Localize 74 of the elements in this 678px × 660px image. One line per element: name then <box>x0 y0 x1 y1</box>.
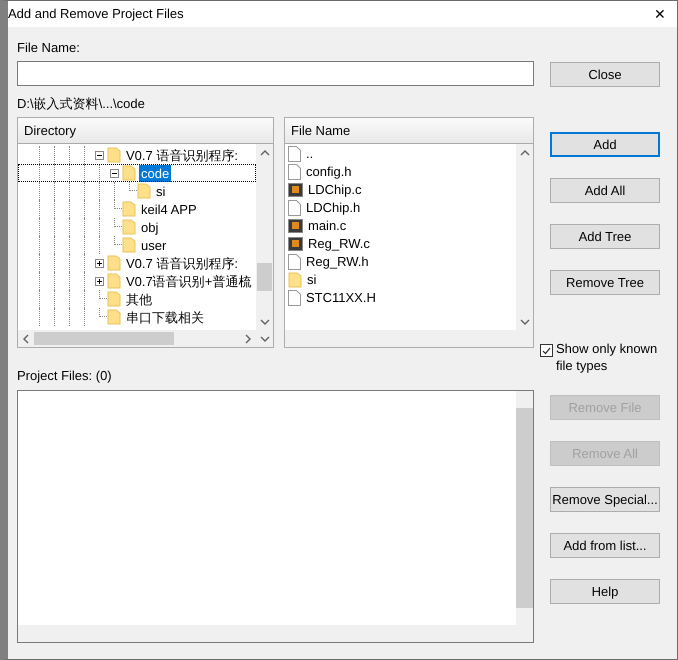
checkmark-icon <box>542 346 551 354</box>
file-name-field[interactable] <box>17 61 534 86</box>
folder-item[interactable]: obj <box>139 218 160 236</box>
scroll-up-icon[interactable] <box>260 148 270 156</box>
folder-item[interactable]: 其他 <box>124 290 154 308</box>
scroll-left-icon[interactable] <box>22 334 30 344</box>
file-item[interactable]: LDChip.c <box>308 180 362 200</box>
vertical-scrollbar[interactable] <box>516 391 533 625</box>
dialog-button[interactable]: Close <box>550 62 660 87</box>
file-item[interactable]: config.h <box>306 162 352 182</box>
vertical-scrollbar[interactable] <box>516 144 533 330</box>
folder-icon <box>122 201 136 217</box>
horizontal-scrollbar[interactable] <box>285 330 533 347</box>
checkbox[interactable] <box>540 344 553 357</box>
folder-icon <box>288 272 302 288</box>
window-title: Add and Remove Project Files <box>8 5 184 24</box>
path-label: D:\嵌入式资料\...\code <box>17 95 146 111</box>
folder-item[interactable]: V0.7语音识别+普通梳 <box>124 272 254 290</box>
file-icon <box>288 254 301 270</box>
folder-icon <box>107 291 121 307</box>
source-file-icon <box>288 182 303 198</box>
file-icon <box>288 290 301 306</box>
close-button[interactable]: ✕ <box>643 1 677 27</box>
folder-icon <box>122 219 136 235</box>
scroll-up-icon[interactable] <box>520 148 530 156</box>
folder-icon <box>107 147 121 163</box>
folder-icon <box>122 237 136 253</box>
expand-toggle[interactable] <box>95 258 104 268</box>
file-item[interactable]: main.c <box>308 216 346 236</box>
horizontal-scrollbar[interactable] <box>18 625 533 642</box>
scrollbar-thumb[interactable] <box>257 263 272 291</box>
folder-item[interactable]: code <box>139 164 172 182</box>
vertical-scrollbar[interactable] <box>256 144 273 330</box>
file-item[interactable]: si <box>307 270 316 290</box>
expand-toggle[interactable] <box>95 276 104 286</box>
checkbox-label[interactable]: Show only known file types <box>556 340 664 374</box>
file-item[interactable]: STC11XX.H <box>306 288 376 308</box>
folder-icon <box>107 255 121 271</box>
folder-item[interactable]: V0.7 语音识别程序: <box>124 146 240 164</box>
file-icon <box>288 146 301 162</box>
collapse-toggle[interactable] <box>95 150 104 160</box>
folder-item[interactable]: keil4 APP <box>139 200 199 218</box>
collapse-toggle[interactable] <box>110 168 119 178</box>
section-label: Project Files: (0) <box>17 367 113 383</box>
folder-item[interactable]: si <box>154 182 168 200</box>
folder-item[interactable]: V0.7 语音识别程序: <box>124 254 240 272</box>
column-header: File Name <box>285 118 533 144</box>
source-file-icon <box>288 236 303 252</box>
scroll-down-icon[interactable] <box>520 318 530 326</box>
dialog-button[interactable]: Remove Tree <box>550 270 660 295</box>
folder-icon <box>107 309 121 325</box>
dialog-button[interactable]: Add Tree <box>550 224 660 249</box>
scrollbar-thumb[interactable] <box>34 332 174 345</box>
folder-icon <box>137 183 151 199</box>
file-item[interactable]: Reg_RW.h <box>306 252 369 272</box>
folder-item[interactable]: user <box>139 236 168 254</box>
file-item[interactable]: .. <box>306 144 314 164</box>
file-item[interactable]: LDChip.h <box>306 198 360 218</box>
source-file-icon <box>288 218 303 234</box>
default-button[interactable]: Add <box>550 132 660 157</box>
horizontal-scrollbar[interactable] <box>18 330 273 347</box>
field-label: File Name: <box>17 39 81 55</box>
folder-icon <box>122 165 136 181</box>
dialog-button[interactable]: Help <box>550 579 660 604</box>
dialog-button[interactable]: Add from list... <box>550 533 660 558</box>
scroll-right-icon[interactable] <box>244 334 252 344</box>
dialog-button[interactable]: Remove Special... <box>550 487 660 512</box>
file-icon <box>288 164 301 180</box>
column-header: Directory <box>18 118 273 144</box>
file-item[interactable]: Reg_RW.c <box>308 234 370 254</box>
dialog-button[interactable]: Add All <box>550 178 660 203</box>
file-icon <box>288 200 301 216</box>
folder-item[interactable]: 串口下载相关 <box>124 308 206 326</box>
folder-icon <box>107 273 121 289</box>
